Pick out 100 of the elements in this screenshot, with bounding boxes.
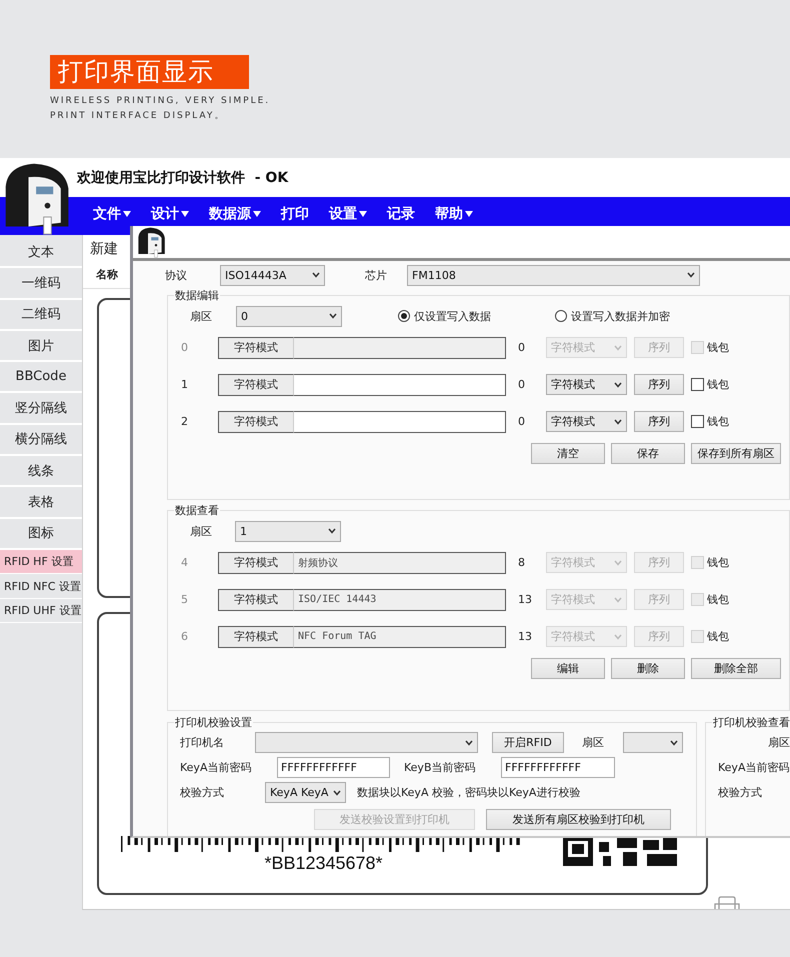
chevron-down-icon [328, 528, 336, 534]
dropdown[interactable]: 字符模式 [546, 374, 627, 395]
banner-title: 打印界面显示 [50, 55, 249, 89]
verify-method-label: 校验方式 [180, 785, 225, 800]
caret-icon [123, 211, 131, 217]
chevron-down-icon [614, 634, 622, 640]
menu-item[interactable]: 记录 [387, 205, 415, 223]
sector-label: 扇区 [190, 524, 213, 538]
action-button[interactable]: 保存到所有扇区 [691, 442, 781, 464]
dropdown[interactable] [623, 732, 683, 753]
key-a-field[interactable]: FFFFFFFFFFFF [277, 757, 390, 778]
name-label: 名称 [96, 267, 118, 283]
sidebar-item[interactable]: 二维码 [0, 300, 82, 331]
sidebar-item[interactable]: RFID UHF 设置 [0, 598, 82, 624]
window-title: 欢迎使用宝比打印设计软件 - OK [77, 168, 288, 186]
caret-icon [253, 211, 261, 217]
row-number: 1 [181, 378, 189, 391]
length-value: 13 [517, 593, 533, 606]
sidebar-item[interactable]: RFID NFC 设置 [0, 574, 82, 599]
dropdown[interactable]: ISO14443A [220, 264, 325, 286]
sidebar-item[interactable]: 一维码 [0, 268, 82, 300]
text-field[interactable] [294, 374, 506, 396]
sequence-button[interactable]: 序列 [634, 411, 684, 432]
menu-item[interactable]: 文件 [93, 205, 131, 223]
dropdown[interactable]: KeyA KeyA [265, 782, 346, 803]
chevron-down-icon [333, 790, 341, 796]
length-value: 8 [517, 556, 526, 569]
sidebar-item[interactable]: RFID HF 设置 [0, 550, 82, 574]
checkbox[interactable] [691, 415, 704, 428]
barcode-text: *BB12345678* [264, 852, 383, 874]
action-button[interactable]: 删除 [611, 658, 685, 678]
action-button[interactable]: 编辑 [531, 658, 605, 678]
document-tab[interactable]: 新建 [83, 235, 118, 263]
sidebar-item[interactable]: 文本 [0, 237, 82, 268]
key-b-label: KeyB当前密码 [404, 760, 476, 775]
action-button[interactable]: 清空 [531, 442, 605, 464]
chevron-down-icon [614, 382, 622, 388]
length-value: 0 [517, 378, 526, 391]
checkbox[interactable] [691, 378, 704, 391]
chevron-down-icon [670, 740, 678, 746]
chevron-down-icon [312, 272, 320, 278]
printer-icon [713, 896, 741, 910]
chevron-down-icon [687, 272, 695, 278]
verify-note: 数据块以KeyA 校验，密码块以KeyA进行校验 [357, 785, 580, 800]
action-button[interactable]: 删除全部 [691, 658, 781, 678]
checkbox-label: 钱包 [707, 340, 729, 355]
open-rfid-button[interactable]: 开启RFID [492, 732, 564, 753]
dropdown[interactable] [255, 732, 478, 753]
sector-label: 扇区 [190, 308, 213, 324]
key-b-field[interactable]: FFFFFFFFFFFF [501, 757, 615, 778]
radio-option[interactable]: 仅设置写入数据 [398, 308, 555, 324]
group-title: 数据编辑 [174, 288, 220, 303]
sidebar-item[interactable]: 线条 [0, 456, 82, 488]
length-value: 0 [517, 341, 526, 354]
text-field[interactable] [294, 336, 506, 358]
caret-icon [181, 211, 189, 217]
chip-label: 芯片 [365, 268, 388, 282]
dropdown[interactable]: FM1108 [407, 264, 700, 286]
menu-item[interactable]: 设置 [329, 205, 367, 223]
radio-option[interactable]: 设置写入数据并加密 [555, 308, 670, 324]
checkbox-label: 钱包 [707, 414, 729, 429]
menu-item[interactable]: 设计 [151, 205, 189, 223]
protocol-label: 协议 [165, 268, 188, 282]
chevron-down-icon [614, 344, 622, 350]
sidebar-item[interactable]: 竖分隔线 [0, 393, 82, 425]
menu-item[interactable]: 打印 [281, 205, 309, 223]
sidebar-item[interactable]: BBCode [0, 362, 82, 394]
sidebar-item[interactable]: 图片 [0, 330, 82, 362]
field-label: 扇区 [768, 735, 790, 750]
action-button[interactable]: 保存 [611, 442, 685, 464]
send-button[interactable]: 发送所有扇区校验到打印机 [486, 808, 671, 830]
menu-item[interactable]: 帮助 [435, 205, 473, 223]
banner-subtitle: PRINT INTERFACE DISPLAY。 [50, 110, 226, 123]
menu-item[interactable]: 数据源 [209, 205, 261, 223]
chevron-down-icon [614, 560, 622, 566]
dropdown[interactable]: 0 [236, 306, 342, 326]
checkbox-label: 钱包 [707, 555, 729, 570]
sector-label: 扇区 [582, 735, 605, 750]
dropdown[interactable]: 字符模式 [546, 411, 627, 432]
chevron-down-icon [465, 740, 473, 746]
group-title: 打印机校验查看 [712, 715, 790, 730]
checkbox-label: 钱包 [707, 592, 729, 607]
sidebar-item[interactable]: 横分隔线 [0, 424, 82, 456]
checkbox-label: 钱包 [707, 377, 729, 392]
banner-subtitle: WIRELESS PRINTING, VERY SIMPLE. [50, 95, 270, 108]
caret-icon [465, 211, 473, 217]
field-label: KeyA当前密码 [718, 760, 790, 775]
row-number: 4 [181, 556, 189, 569]
row-number: 2 [181, 415, 189, 428]
text-field[interactable] [294, 410, 506, 432]
dropdown[interactable]: 1 [235, 520, 341, 542]
sidebar-item[interactable]: 表格 [0, 487, 82, 519]
mode-button[interactable]: 字符模式 [218, 410, 294, 432]
mode-button[interactable]: 字符模式 [218, 374, 294, 396]
checkbox-label: 钱包 [707, 629, 729, 644]
key-a-label: KeyA当前密码 [180, 760, 252, 775]
chevron-down-icon [614, 596, 622, 602]
group-title: 打印机校验设置 [174, 715, 253, 730]
sequence-button[interactable]: 序列 [634, 374, 684, 395]
field-label: 校验方式 [718, 785, 762, 800]
